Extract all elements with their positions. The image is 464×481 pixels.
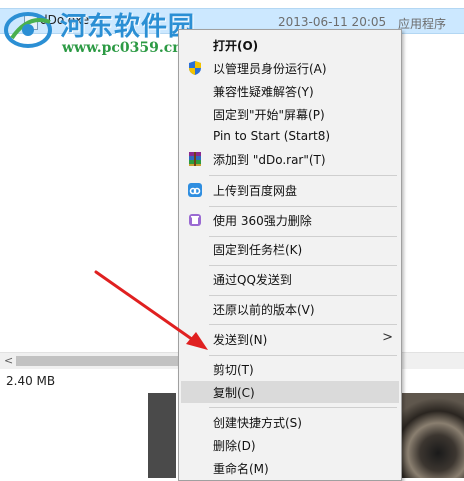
thumbnail-image [148, 393, 176, 478]
menu-item-label: 打开(O) [213, 39, 259, 53]
uac-shield-icon [189, 61, 201, 75]
menu-separator [209, 265, 397, 266]
menu-item-open[interactable]: 打开(O) [181, 34, 399, 56]
scroll-left-icon[interactable]: < [4, 354, 13, 367]
winrar-icon [189, 152, 201, 166]
menu-separator [209, 295, 397, 296]
menu-item-label: 删除(D) [213, 439, 256, 453]
menu-separator [209, 206, 397, 207]
menu-item-label: 还原以前的版本(V) [213, 303, 315, 317]
context-menu: 打开(O) 以管理员身份运行(A) 兼容性疑难解答(Y) 固定到"开始"屏幕(P… [178, 29, 402, 481]
menu-separator [209, 236, 397, 237]
menu-item-label: 创建快捷方式(S) [213, 416, 302, 430]
menu-item-label: 发送到(N) [213, 333, 268, 347]
menu-item-label: 重命名(M) [213, 462, 269, 476]
watermark-logo-icon [4, 12, 52, 48]
menu-item-label: 以管理员身份运行(A) [213, 62, 327, 76]
file-date: 2013-06-11 20:05 [278, 15, 387, 29]
menu-item-label: 上传到百度网盘 [213, 184, 298, 198]
menu-item-upload-baidu[interactable]: 上传到百度网盘 [181, 179, 399, 201]
menu-item-create-shortcut[interactable]: 创建快捷方式(S) [181, 411, 399, 433]
menu-item-send-to[interactable]: 发送到(N) > [181, 328, 399, 350]
menu-item-copy[interactable]: 复制(C) [181, 381, 399, 403]
menu-item-label: 剪切(T) [213, 363, 254, 377]
file-type: 应用程序 [398, 17, 447, 31]
menu-item-label: 固定到任务栏(K) [213, 243, 303, 257]
menu-item-restore-versions[interactable]: 还原以前的版本(V) [181, 298, 399, 320]
menu-separator [209, 407, 397, 408]
menu-item-label: Pin to Start (Start8) [213, 129, 331, 143]
menu-item-add-to-rar[interactable]: 添加到 "dDo.rar"(T) [181, 148, 399, 170]
thumbnail-image [398, 393, 464, 478]
menu-item-label: 兼容性疑难解答(Y) [213, 85, 314, 99]
menu-item-pin-start-screen[interactable]: 固定到"开始"屏幕(P) [181, 103, 399, 125]
chevron-right-icon: > [382, 330, 393, 345]
menu-item-label: 固定到"开始"屏幕(P) [213, 108, 325, 122]
menu-item-label: 复制(C) [213, 386, 255, 400]
360-delete-icon [189, 214, 201, 226]
menu-item-compat-troubleshoot[interactable]: 兼容性疑难解答(Y) [181, 80, 399, 102]
menu-item-run-as-admin[interactable]: 以管理员身份运行(A) [181, 57, 399, 79]
watermark-title: 河东软件园 [60, 12, 196, 42]
menu-item-rename[interactable]: 重命名(M) [181, 457, 399, 479]
menu-separator [209, 355, 397, 356]
menu-separator [209, 324, 397, 325]
menu-item-label: 使用 360强力删除 [213, 214, 312, 228]
selected-size: 2.40 MB [6, 374, 56, 388]
menu-item-label: 添加到 "dDo.rar"(T) [213, 153, 326, 167]
baidu-cloud-icon [188, 183, 202, 197]
menu-item-send-via-qq[interactable]: 通过QQ发送到 [181, 268, 399, 290]
menu-item-pin-taskbar[interactable]: 固定到任务栏(K) [181, 238, 399, 260]
watermark-url: www.pc0359.cn [62, 40, 183, 56]
menu-item-label: 通过QQ发送到 [213, 273, 292, 287]
menu-item-delete[interactable]: 删除(D) [181, 434, 399, 456]
menu-separator [209, 175, 397, 176]
menu-item-360-delete[interactable]: 使用 360强力删除 [181, 209, 399, 231]
menu-item-pin-start8[interactable]: Pin to Start (Start8) [181, 126, 399, 148]
menu-item-cut[interactable]: 剪切(T) [181, 358, 399, 380]
